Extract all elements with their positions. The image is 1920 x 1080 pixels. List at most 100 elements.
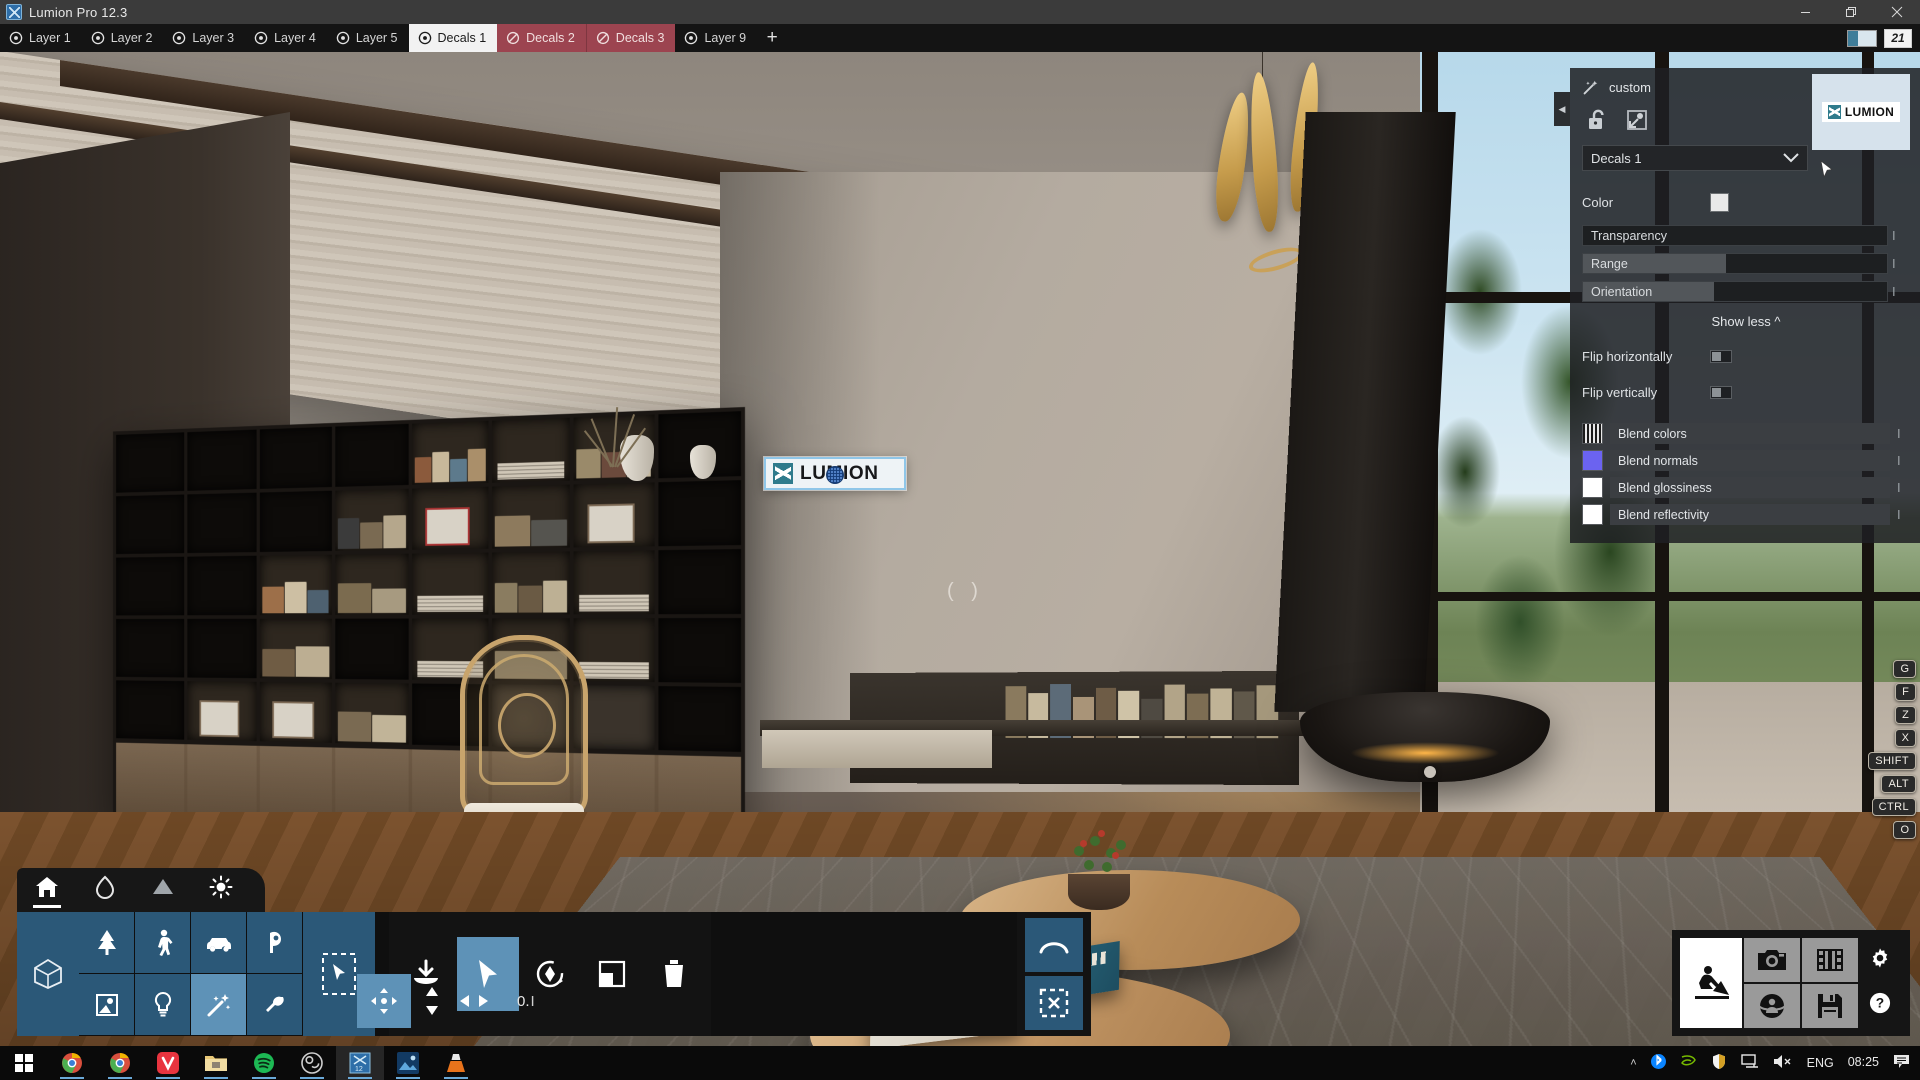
split-view-toggle[interactable] — [1847, 29, 1877, 47]
taskbar-app-obs[interactable] — [288, 1046, 336, 1080]
key-hint-o: O — [1893, 821, 1916, 839]
trash-icon — [665, 960, 683, 987]
content-tool-lights[interactable] — [135, 974, 191, 1036]
content-tool-nature[interactable] — [79, 912, 135, 974]
blend-normals-slider[interactable]: Blend normals — [1610, 450, 1890, 471]
move-icon — [371, 988, 397, 1014]
show-less-button[interactable]: Show less ^ — [1582, 314, 1910, 329]
layer-tab-layer-4[interactable]: Layer 4 — [245, 24, 327, 52]
transparency-slider-row[interactable]: Transparency I — [1582, 225, 1910, 246]
category-materials-button[interactable] — [83, 870, 127, 910]
nvidia-icon[interactable] — [1680, 1054, 1697, 1072]
save-button[interactable] — [1802, 984, 1858, 1028]
taskbar-app-vivaldi[interactable] — [144, 1046, 192, 1080]
decal-move-gizmo[interactable] — [826, 466, 844, 484]
lumion-logo-mark-icon — [1827, 105, 1841, 119]
category-landscape-button[interactable] — [141, 870, 185, 910]
content-tool-utilities[interactable] — [247, 974, 303, 1036]
content-tool-transport[interactable] — [191, 912, 247, 974]
layer-tab-layer-9[interactable]: Layer 9 — [675, 24, 757, 52]
orientation-slider-row[interactable]: Orientation I — [1582, 281, 1910, 302]
clock[interactable]: 08:25 — [1848, 1055, 1879, 1070]
taskbar-app-spotify[interactable] — [240, 1046, 288, 1080]
move-tool-button[interactable] — [357, 974, 411, 1028]
blend-normals-swatch[interactable] — [1582, 450, 1603, 471]
flip-horizontally-row: Flip horizontally — [1582, 343, 1910, 369]
deselect-button[interactable] — [1025, 976, 1083, 1030]
blend-reflectivity-slider[interactable]: Blend reflectivity — [1610, 504, 1890, 525]
layer-tab-layer-2[interactable]: Layer 2 — [82, 24, 164, 52]
floppy-disk-icon — [1818, 994, 1842, 1018]
layer-tab-decals-1[interactable]: Decals 1 — [408, 24, 498, 52]
unlocked-padlock-icon[interactable] — [1584, 107, 1610, 133]
layer-tab-layer-1[interactable]: Layer 1 — [0, 24, 82, 52]
decal-thumbnail[interactable]: LUMION — [1812, 74, 1910, 150]
horizontal-adjust-button[interactable] — [453, 975, 495, 1027]
add-layer-button[interactable]: + — [757, 24, 787, 52]
build-mode-icon — [1695, 966, 1729, 999]
build-mode-button[interactable] — [1680, 938, 1742, 1028]
layer-tab-decals-2[interactable]: Decals 2 — [497, 24, 586, 52]
sun-icon — [209, 875, 233, 899]
import-model-button[interactable] — [17, 912, 79, 1036]
layer-select-dropdown[interactable]: Decals 1 — [1582, 145, 1808, 171]
version-badge[interactable]: 21 — [1884, 28, 1912, 48]
minimize-button[interactable] — [1782, 0, 1828, 24]
import-model-icon — [34, 958, 62, 989]
blend-glossiness-slider[interactable]: Blend glossiness — [1610, 477, 1890, 498]
close-button[interactable] — [1874, 0, 1920, 24]
blend-colors-swatch[interactable] — [1582, 423, 1603, 444]
taskbar-app-chrome[interactable] — [48, 1046, 96, 1080]
car-icon — [206, 937, 231, 952]
movie-mode-button[interactable] — [1802, 938, 1858, 982]
windows-start-button[interactable] — [0, 1046, 48, 1080]
flip-vertically-toggle[interactable] — [1710, 385, 1732, 399]
scale-tool-button[interactable] — [581, 937, 643, 1011]
height-adjust-button[interactable] — [411, 975, 453, 1027]
layer-tab-decals-3[interactable]: Decals 3 — [585, 24, 676, 52]
blend-glossiness-swatch[interactable] — [1582, 477, 1603, 498]
panorama-mode-button[interactable] — [1744, 984, 1800, 1028]
color-swatch[interactable] — [1710, 192, 1729, 212]
layer-tab-layer-3[interactable]: Layer 3 — [163, 24, 245, 52]
photo-mode-button[interactable] — [1744, 938, 1800, 982]
layer-tab-label: Layer 9 — [704, 31, 747, 45]
layer-tab-layer-5[interactable]: Layer 5 — [327, 24, 409, 52]
panel-collapse-button[interactable]: ◀ — [1554, 92, 1570, 126]
category-weather-button[interactable] — [199, 870, 243, 910]
maximize-restore-button[interactable] — [1828, 0, 1874, 24]
taskbar-app-photos[interactable] — [384, 1046, 432, 1080]
network-icon[interactable] — [1740, 1054, 1759, 1072]
obs-icon — [301, 1052, 323, 1074]
content-tool-people[interactable] — [135, 912, 191, 974]
lamp-blade — [1211, 90, 1255, 224]
transform-value-field[interactable]: 0. I — [495, 993, 535, 1010]
fit-to-selection-icon[interactable] — [1624, 107, 1650, 133]
blend-colors-slider[interactable]: Blend colors — [1610, 423, 1890, 444]
bluetooth-icon[interactable] — [1650, 1053, 1666, 1073]
notification-icon[interactable] — [1893, 1054, 1910, 1072]
security-icon[interactable] — [1711, 1053, 1727, 1073]
category-objects-button[interactable] — [25, 870, 69, 910]
chrome-icon — [110, 1052, 130, 1073]
content-tool-outdoor[interactable] — [79, 974, 135, 1036]
taskbar-app-file-explorer[interactable] — [192, 1046, 240, 1080]
show-hidden-icons-button[interactable]: ˄ — [1630, 1057, 1636, 1069]
taskbar-app-lumion[interactable]: 12 — [336, 1046, 384, 1080]
taskbar-app-vlc[interactable] — [432, 1046, 480, 1080]
flip-horizontally-toggle[interactable] — [1710, 349, 1732, 363]
language-indicator[interactable]: ENG — [1807, 1056, 1834, 1070]
undo-button[interactable] — [1025, 918, 1083, 972]
volume-muted-icon[interactable] — [1773, 1054, 1793, 1072]
range-slider-row[interactable]: Range I — [1582, 253, 1910, 274]
content-tool-effects[interactable] — [191, 974, 247, 1036]
blend-normals-row: Blend normals I — [1582, 450, 1910, 471]
delete-tool-button[interactable] — [643, 937, 705, 1011]
layer-tab-label: Layer 1 — [29, 31, 71, 45]
taskbar-app-chrome-beta[interactable] — [96, 1046, 144, 1080]
blend-reflectivity-swatch[interactable] — [1582, 504, 1603, 525]
settings-button[interactable] — [1869, 947, 1891, 974]
tree-icon — [97, 929, 116, 955]
help-button[interactable]: ? — [1869, 992, 1891, 1019]
content-tool-indoor[interactable] — [247, 912, 303, 974]
